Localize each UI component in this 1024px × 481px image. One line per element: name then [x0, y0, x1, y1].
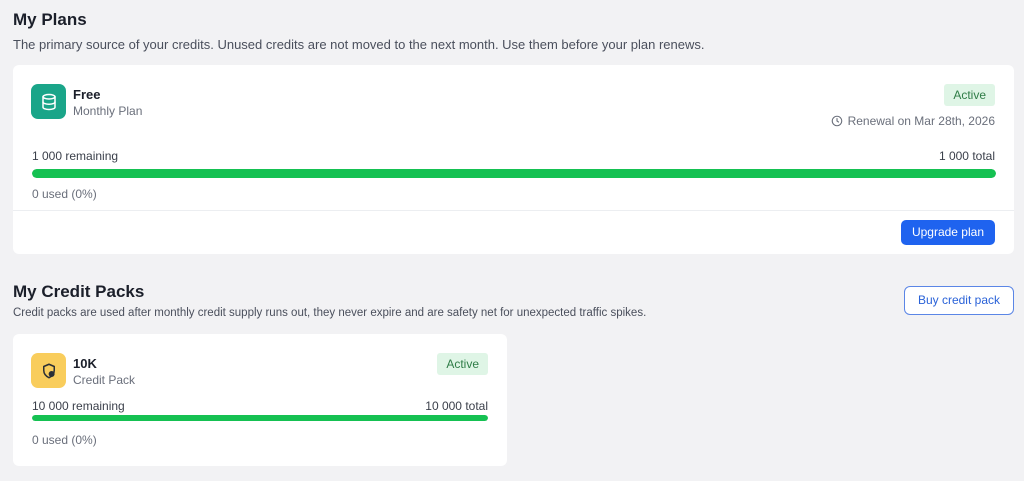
buy-credit-pack-button[interactable]: Buy credit pack — [903, 286, 1014, 315]
plan-renewal: Renewal on Mar 28th, 2026 — [831, 114, 995, 128]
plans-section-title: My Plans — [13, 10, 87, 29]
plan-progress-fill — [32, 169, 996, 178]
plan-icon-tile — [31, 84, 66, 119]
plan-card-divider — [13, 210, 1014, 211]
pack-remaining: 10 000 remaining — [32, 399, 125, 413]
credit-packs-section-description: Credit packs are used after monthly cred… — [13, 307, 647, 319]
pack-progress-bar — [32, 415, 488, 421]
pack-icon-tile — [31, 353, 66, 388]
credit-pack-card: 10K Credit Pack Active 10 000 remaining … — [13, 334, 507, 466]
shield-coin-icon — [42, 363, 55, 378]
plan-remaining: 1 000 remaining — [32, 149, 119, 163]
pack-status-badge: Active — [437, 353, 488, 375]
upgrade-plan-button[interactable]: Upgrade plan — [900, 220, 995, 245]
credit-packs-section-title: My Credit Packs — [13, 282, 145, 301]
plan-renewal-text: Renewal on Mar 28th, 2026 — [847, 114, 995, 128]
pack-used: 0 used (0%) — [32, 433, 97, 447]
plan-status-badge: Active — [944, 84, 995, 106]
clock-icon — [831, 115, 842, 127]
plans-section-description: The primary source of your credits. Unus… — [13, 37, 705, 52]
plan-progress-bar — [32, 169, 996, 178]
plan-used: 0 used (0%) — [32, 187, 97, 201]
pack-name: 10K — [73, 356, 97, 371]
pack-progress-fill — [32, 415, 488, 421]
plan-subtitle: Monthly Plan — [73, 104, 143, 118]
plan-name: Free — [73, 87, 101, 102]
database-icon — [41, 93, 56, 110]
plan-total: 1 000 total — [938, 149, 995, 163]
credits-page: My Plans The primary source of your cred… — [0, 0, 1024, 481]
plan-card: Free Monthly Plan Active Renewal on Mar … — [13, 65, 1014, 254]
pack-total: 10 000 total — [425, 399, 488, 413]
pack-subtitle: Credit Pack — [73, 373, 136, 387]
